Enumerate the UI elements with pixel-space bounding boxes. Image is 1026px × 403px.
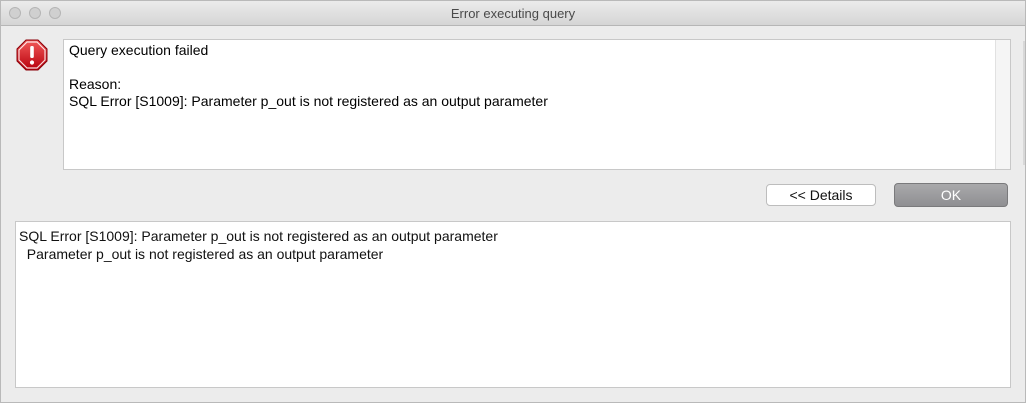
error-details-text: SQL Error [S1009]: Parameter p_out is no… xyxy=(19,227,498,263)
message-line: Reason: xyxy=(69,76,122,92)
error-octagon-icon xyxy=(16,39,48,71)
ok-button[interactable]: OK xyxy=(894,183,1008,207)
error-message-text: Query execution failed Reason: SQL Error… xyxy=(69,42,548,110)
error-dialog-window: Error executing query Query execution fa… xyxy=(0,0,1026,403)
window-edge-shadow xyxy=(1023,41,1025,165)
error-details-area[interactable]: SQL Error [S1009]: Parameter p_out is no… xyxy=(15,221,1011,388)
details-toggle-button[interactable]: << Details xyxy=(766,184,876,206)
window-title: Error executing query xyxy=(450,6,576,21)
title-bar[interactable]: Error executing query xyxy=(1,1,1025,26)
message-scrollbar[interactable] xyxy=(995,40,1010,169)
message-line: Query execution failed xyxy=(69,42,209,58)
details-line: SQL Error [S1009]: Parameter p_out is no… xyxy=(19,228,498,244)
error-message-area[interactable]: Query execution failed Reason: SQL Error… xyxy=(63,39,1011,170)
details-line: Parameter p_out is not registered as an … xyxy=(19,246,384,262)
message-line: SQL Error [S1009]: Parameter p_out is no… xyxy=(69,93,548,109)
